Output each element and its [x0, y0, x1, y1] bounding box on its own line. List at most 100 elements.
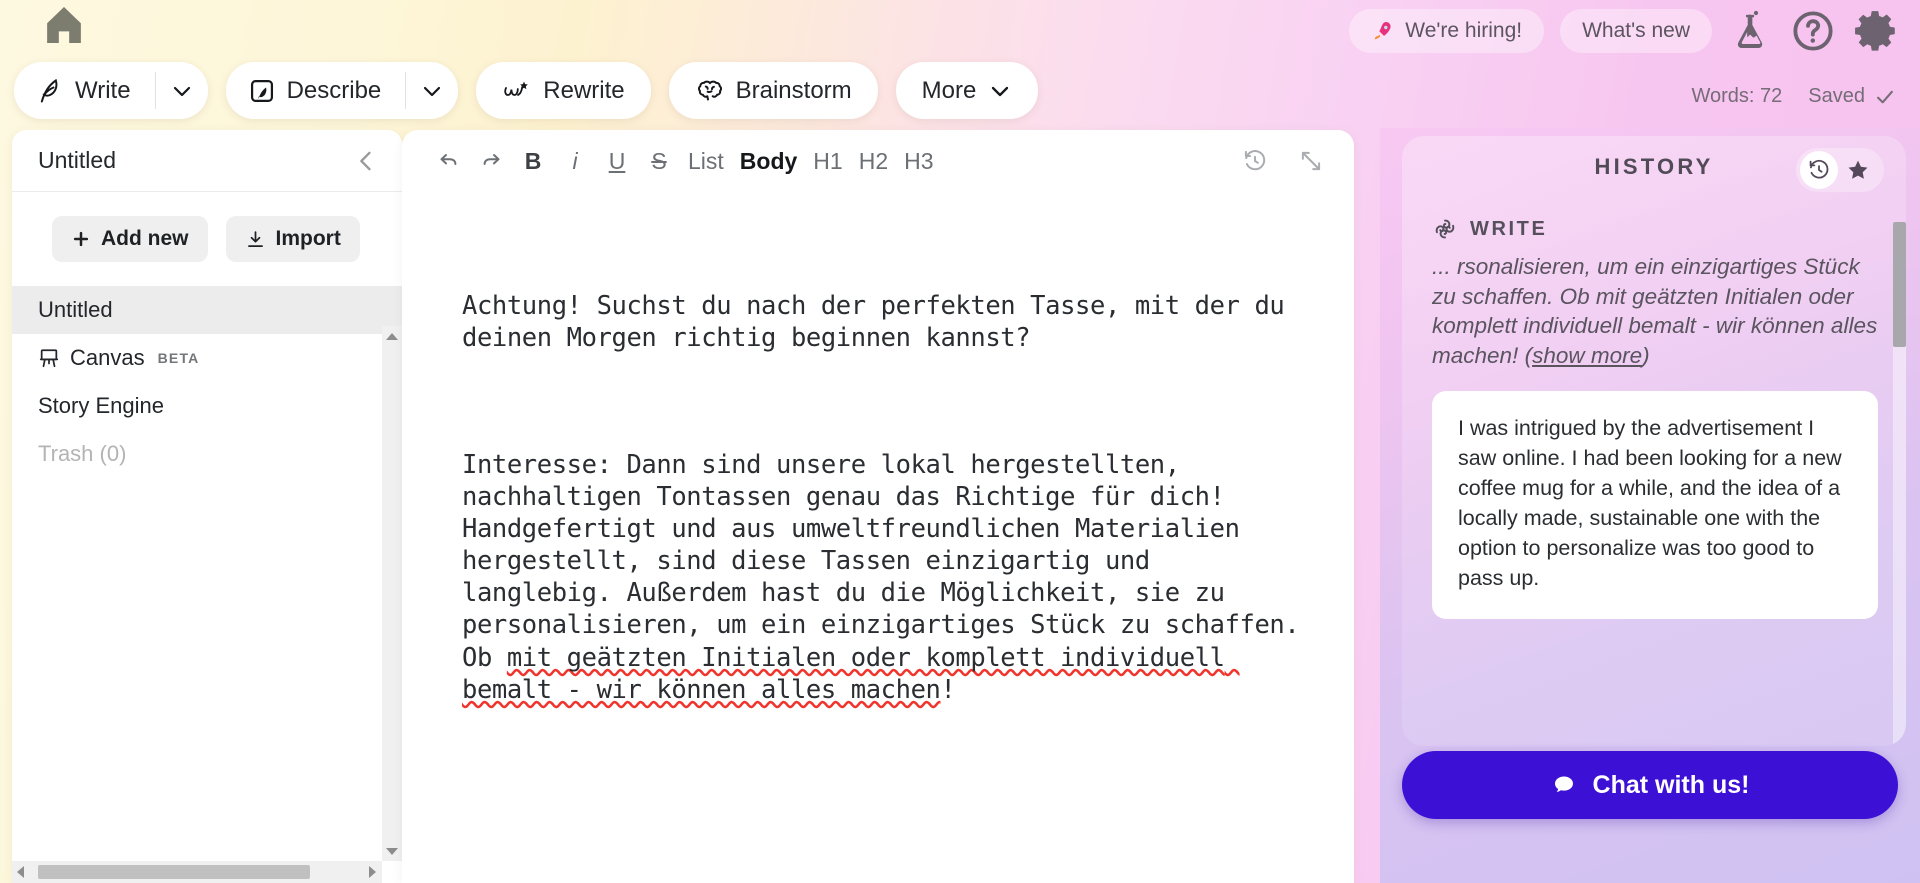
undo-button[interactable]: [428, 140, 470, 182]
italic-button[interactable]: i: [554, 140, 596, 182]
documents-sidebar: Untitled Add new Import Untitled Canvas …: [12, 130, 402, 883]
scroll-right-arrow-icon[interactable]: [369, 866, 376, 878]
sidebar-vertical-scrollbar[interactable]: [382, 326, 402, 861]
write-dropdown-caret[interactable]: [156, 62, 208, 119]
import-label: Import: [275, 227, 341, 250]
download-icon: [247, 230, 263, 247]
saved-label: Saved: [1808, 85, 1865, 107]
history-entry-header: WRITE: [1432, 216, 1878, 242]
undo-arrow-icon: [440, 154, 457, 165]
redo-arrow-icon: [483, 154, 500, 165]
h2-button[interactable]: H2: [851, 140, 896, 182]
body-style-button[interactable]: Body: [732, 140, 806, 182]
brainstorm-tool-group: Brainstorm: [668, 62, 878, 119]
history-card: HISTORY WRITE ... rsonalisieren, um ein …: [1402, 136, 1906, 746]
underline-button[interactable]: U: [596, 140, 638, 182]
scroll-left-arrow-icon[interactable]: [17, 866, 24, 878]
sidebar-item-canvas[interactable]: Canvas BETA: [12, 334, 402, 382]
list-button[interactable]: List: [680, 140, 732, 182]
gear-icon[interactable]: [1852, 8, 1898, 54]
bold-button[interactable]: B: [512, 140, 554, 182]
editor-paragraph-1: Achtung! Suchst du nach der perfekten Ta…: [462, 291, 1300, 354]
sidebar-title: Untitled: [38, 147, 116, 173]
sidebar-item-story-engine[interactable]: Story Engine: [12, 382, 402, 430]
sidebar-item-label: Story Engine: [38, 393, 164, 418]
write-tool-group: Write: [14, 62, 208, 119]
editor-expand-button[interactable]: [1290, 140, 1332, 182]
app-header: Write Describe Rewrite Brainstorm More W…: [0, 0, 1920, 128]
star-icon: [1848, 160, 1868, 179]
describe-button[interactable]: Describe: [226, 62, 406, 119]
spellcheck-flagged-text: mit geätzten Initialen oder komplett ind…: [462, 642, 1240, 705]
editor-history-button[interactable]: [1234, 140, 1276, 182]
editor-paragraph-2: Interesse: Dann sind unsere lokal herges…: [462, 449, 1308, 706]
plus-icon: [73, 231, 89, 247]
brain-icon: [695, 77, 725, 105]
lab-flask-icon[interactable]: [1728, 8, 1774, 54]
h1-button[interactable]: H1: [805, 140, 850, 182]
brainstorm-button[interactable]: Brainstorm: [669, 62, 878, 119]
sidebar-header: Untitled: [12, 130, 402, 192]
favorites-tab-button[interactable]: [1838, 152, 1878, 188]
editor-format-tools: B i U S List Body H1 H2 H3: [428, 140, 942, 182]
hiring-chip[interactable]: We're hiring!: [1349, 9, 1545, 53]
header-actions: We're hiring! What's new: [1349, 8, 1898, 54]
history-scrollbar-thumb[interactable]: [1893, 222, 1906, 347]
history-tab-button[interactable]: [1800, 151, 1838, 189]
scroll-thumb[interactable]: [38, 865, 310, 879]
sidebar-item-label: Canvas: [70, 345, 145, 370]
chat-with-us-button[interactable]: Chat with us!: [1402, 751, 1898, 819]
scroll-up-arrow-icon[interactable]: [382, 326, 402, 346]
chevron-down-icon: [173, 86, 190, 96]
scroll-down-arrow-icon[interactable]: [382, 841, 402, 861]
editor-paragraph-2-tail: !: [940, 674, 956, 705]
chat-label: Chat with us!: [1592, 770, 1750, 799]
history-entry-type: WRITE: [1470, 217, 1548, 240]
editor-paragraph-2-plain: Interesse: Dann sind unsere lokal herges…: [462, 449, 1315, 673]
rewrite-tool-group: Rewrite: [476, 62, 651, 119]
editor-toolbar: B i U S List Body H1 H2 H3: [402, 130, 1354, 192]
check-icon: [1877, 90, 1893, 103]
sidebar-item-trash[interactable]: Trash (0): [12, 430, 402, 478]
history-clock-icon: [1809, 159, 1829, 179]
chevron-left-icon[interactable]: [352, 147, 380, 175]
editor-content[interactable]: Achtung! Suchst du nach der perfekten Ta…: [402, 192, 1354, 800]
cursive-star-icon: [502, 77, 532, 105]
saved-status: Saved: [1808, 85, 1896, 108]
document-list: Untitled Canvas BETA Story Engine Trash …: [12, 286, 402, 478]
sidebar-item-label: Untitled: [38, 297, 113, 322]
brainstorm-label: Brainstorm: [735, 76, 852, 104]
sidebar-actions: Add new Import: [12, 192, 402, 286]
import-button[interactable]: Import: [225, 216, 360, 262]
more-button[interactable]: More: [896, 62, 1039, 119]
history-entry-snippet: ... rsonalisieren, um ein einzigartiges …: [1432, 252, 1878, 371]
add-new-button[interactable]: Add new: [52, 216, 208, 262]
ai-tools-toolbar: Write Describe Rewrite Brainstorm More: [14, 62, 1039, 119]
whats-new-chip[interactable]: What's new: [1560, 9, 1712, 53]
easel-icon: [38, 347, 60, 369]
help-circle-icon[interactable]: [1790, 8, 1836, 54]
sidebar-item-untitled[interactable]: Untitled: [12, 286, 402, 334]
describe-dropdown-caret[interactable]: [406, 62, 458, 119]
sidebar-horizontal-scrollbar[interactable]: [12, 861, 382, 883]
history-title: HISTORY: [1594, 154, 1714, 179]
show-more-link[interactable]: show more: [1532, 343, 1642, 368]
show-more-wrapper: (show more): [1524, 343, 1650, 369]
h3-button[interactable]: H3: [896, 140, 941, 182]
document-editor: B i U S List Body H1 H2 H3 Achtung! Such…: [402, 130, 1354, 883]
history-snippet-text: ... rsonalisieren, um ein einzigartiges …: [1432, 254, 1878, 369]
redo-button[interactable]: [470, 140, 512, 182]
status-row: Words: 72 Saved: [1692, 85, 1897, 108]
add-new-label: Add new: [101, 227, 189, 250]
rocket-icon: [1371, 19, 1395, 43]
hiring-label: We're hiring!: [1405, 19, 1523, 42]
strikethrough-button[interactable]: S: [638, 140, 680, 182]
rewrite-button[interactable]: Rewrite: [476, 62, 650, 119]
editor-right-tools: [1234, 140, 1332, 182]
describe-label: Describe: [286, 76, 382, 104]
word-count: Words: 72: [1691, 85, 1783, 107]
home-icon[interactable]: [38, 2, 90, 48]
write-label: Write: [75, 76, 131, 104]
whats-new-label: What's new: [1582, 19, 1690, 42]
write-button[interactable]: Write: [14, 62, 155, 119]
